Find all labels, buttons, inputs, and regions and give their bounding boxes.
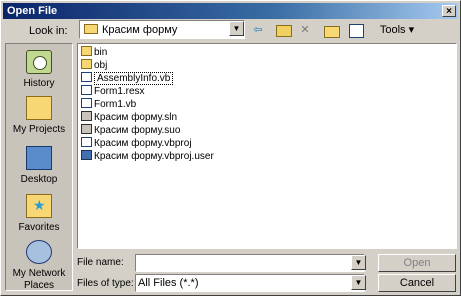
chevron-down-icon[interactable]: ▼ [229, 21, 244, 36]
file-name-label: File name: [77, 257, 124, 268]
list-item[interactable]: AssemblyInfo.vb [81, 72, 174, 86]
list-item[interactable]: Красим форму.sln [81, 111, 177, 125]
place-label: My Projects [12, 124, 66, 135]
look-in-combo[interactable]: Красим форму ▼ [79, 20, 245, 39]
places-bar: History My Projects Desktop Favorites My… [5, 43, 73, 291]
place-favorites[interactable]: Favorites [6, 194, 72, 233]
history-icon [26, 50, 52, 74]
list-item[interactable]: Красим форму.vbproj.user [81, 150, 214, 164]
list-item[interactable]: Form1.resx [81, 85, 145, 99]
file-type-label: Files of type: [77, 278, 134, 289]
views-button[interactable] [347, 22, 367, 38]
file-type-select[interactable]: All Files (*.*) [135, 274, 365, 292]
file-list[interactable]: bin obj AssemblyInfo.vb Form1.resx Form1… [77, 43, 457, 249]
chevron-down-icon[interactable]: ▼ [351, 255, 366, 270]
folder-icon [81, 46, 92, 56]
network-places-icon [26, 240, 52, 264]
title-bar: Open File × [3, 3, 458, 19]
look-in-label: Look in: [29, 25, 68, 37]
cancel-button[interactable]: Cancel [378, 274, 456, 292]
user-file-icon [81, 150, 92, 160]
place-history[interactable]: History [6, 50, 72, 89]
desktop-icon [26, 146, 52, 170]
close-button[interactable]: × [442, 5, 456, 17]
vb-file-icon [81, 98, 92, 108]
folder-icon [81, 59, 92, 69]
solution-file-icon [81, 111, 92, 121]
folder-projects-icon [26, 96, 52, 120]
place-label: Favorites [18, 222, 60, 233]
place-desktop[interactable]: Desktop [6, 146, 72, 185]
place-label: Desktop [20, 174, 58, 185]
chevron-down-icon[interactable]: ▼ [351, 275, 366, 290]
vb-file-icon [81, 72, 92, 82]
list-item[interactable]: Form1.vb [81, 98, 136, 112]
open-button[interactable]: Open [378, 254, 456, 272]
new-folder-button[interactable] [323, 22, 341, 38]
file-name-field[interactable] [135, 254, 365, 272]
open-file-dialog: Open File × Look in: Красим форму ▼ ⇦ ✕ … [0, 0, 461, 296]
up-one-level-button[interactable] [275, 22, 292, 38]
delete-button[interactable]: ✕ [297, 22, 313, 38]
resx-file-icon [81, 85, 92, 95]
list-item[interactable]: Красим форму.vbproj [81, 137, 192, 151]
suo-file-icon [81, 124, 92, 134]
tools-menu-button[interactable]: Tools ▾ [377, 22, 417, 38]
window-title: Open File [7, 5, 58, 17]
list-item[interactable]: obj [81, 59, 107, 73]
folder-icon [84, 24, 98, 34]
back-button[interactable]: ⇦ [249, 22, 267, 38]
list-item[interactable]: Красим форму.suo [81, 124, 180, 138]
place-label: History [23, 78, 55, 89]
vbproj-file-icon [81, 137, 92, 147]
place-network[interactable]: My Network Places [6, 240, 72, 291]
list-item[interactable]: bin [81, 46, 107, 60]
favorites-icon [26, 194, 52, 218]
look-in-value: Красим форму [102, 24, 178, 36]
place-my-projects[interactable]: My Projects [6, 96, 72, 135]
place-label: My Network Places [12, 268, 66, 291]
